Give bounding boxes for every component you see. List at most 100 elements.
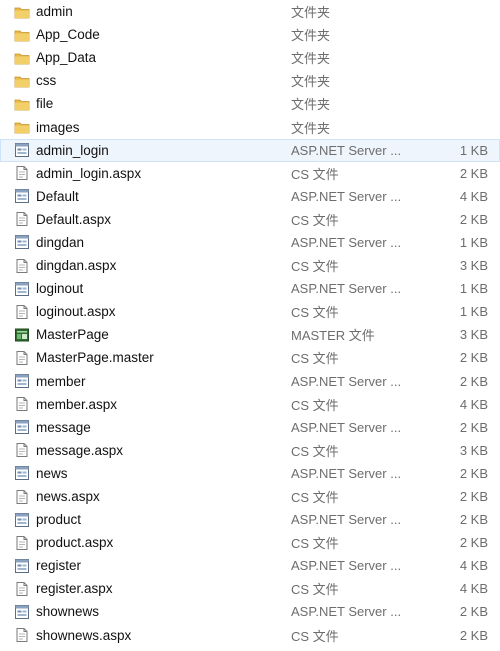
- folder-icon: [13, 118, 31, 136]
- file-type: CS 文件: [291, 259, 339, 275]
- file-row-admin-login[interactable]: admin_login ASP.NET Server ... 1 KB: [0, 138, 500, 162]
- file-size: 2 KB: [459, 627, 488, 643]
- folder-icon: [13, 26, 31, 44]
- file-name: loginout.aspx: [36, 304, 116, 320]
- file-row-message-aspx[interactable]: message.aspx CS 文件 3 KB: [0, 439, 500, 462]
- file-name: dingdan.aspx: [36, 258, 117, 274]
- file-size: 2 KB: [459, 165, 488, 181]
- cs-file-icon: [13, 580, 31, 598]
- file-row-register[interactable]: register ASP.NET Server ... 4 KB: [0, 554, 500, 577]
- file-name: images: [36, 119, 80, 135]
- file-type: ASP.NET Server ...: [291, 419, 402, 435]
- file-name: admin_login.aspx: [36, 165, 142, 181]
- file-type: CS 文件: [291, 351, 339, 367]
- file-row-register-aspx[interactable]: register.aspx CS 文件 4 KB: [0, 577, 500, 600]
- file-name: dingdan: [36, 234, 85, 250]
- file-size: 3 KB: [459, 258, 488, 274]
- file-name: shownews: [36, 604, 100, 620]
- file-size: 2 KB: [459, 350, 488, 366]
- file-row-admin[interactable]: admin 文件夹: [0, 0, 500, 23]
- file-row-news[interactable]: news ASP.NET Server ... 2 KB: [0, 462, 500, 485]
- file-name: product: [36, 512, 82, 528]
- cs-file-icon: [13, 303, 31, 321]
- file-type: MASTER 文件: [291, 328, 375, 344]
- file-size: 1 KB: [459, 142, 488, 158]
- file-type: CS 文件: [291, 628, 339, 644]
- file-type: CS 文件: [291, 582, 339, 598]
- cs-file-icon: [13, 257, 31, 275]
- file-row-dingdan-aspx[interactable]: dingdan.aspx CS 文件 3 KB: [0, 254, 500, 277]
- file-name: shownews.aspx: [36, 627, 132, 643]
- cs-file-icon: [13, 210, 31, 228]
- master-file-icon: [13, 326, 31, 344]
- cs-file-icon: [13, 349, 31, 367]
- file-row-member[interactable]: member ASP.NET Server ... 2 KB: [0, 370, 500, 393]
- file-type: ASP.NET Server ...: [291, 188, 402, 204]
- file-size: 4 KB: [459, 188, 488, 204]
- file-name: Default.aspx: [36, 211, 112, 227]
- file-type: 文件夹: [291, 51, 331, 67]
- file-name: App_Data: [36, 50, 97, 66]
- file-row-news-aspx[interactable]: news.aspx CS 文件 2 KB: [0, 485, 500, 508]
- file-row-product[interactable]: product ASP.NET Server ... 2 KB: [0, 508, 500, 531]
- file-row-app-data[interactable]: App_Data 文件夹: [0, 46, 500, 69]
- file-row-loginout[interactable]: loginout ASP.NET Server ... 1 KB: [0, 277, 500, 300]
- file-row-shownews[interactable]: shownews ASP.NET Server ... 2 KB: [0, 600, 500, 623]
- file-row-loginout-aspx[interactable]: loginout.aspx CS 文件 1 KB: [0, 300, 500, 323]
- cs-file-icon: [13, 534, 31, 552]
- file-type: ASP.NET Server ...: [291, 604, 402, 620]
- file-row-masterpage-master[interactable]: MasterPage.master CS 文件 2 KB: [0, 346, 500, 369]
- file-type: ASP.NET Server ...: [291, 512, 402, 528]
- file-row-default[interactable]: Default ASP.NET Server ... 4 KB: [0, 185, 500, 208]
- cs-file-icon: [13, 164, 31, 182]
- file-size: 2 KB: [459, 465, 488, 481]
- folder-icon: [13, 95, 31, 113]
- file-row-default-aspx[interactable]: Default.aspx CS 文件 2 KB: [0, 208, 500, 231]
- file-size: 1 KB: [459, 234, 488, 250]
- file-type: ASP.NET Server ...: [291, 373, 402, 389]
- file-size: 2 KB: [459, 373, 488, 389]
- file-name: news: [36, 465, 68, 481]
- file-type: ASP.NET Server ...: [291, 558, 402, 574]
- file-type: ASP.NET Server ...: [291, 142, 402, 158]
- file-row-dingdan[interactable]: dingdan ASP.NET Server ... 1 KB: [0, 231, 500, 254]
- file-type: CS 文件: [291, 166, 339, 182]
- file-type: 文件夹: [291, 5, 331, 21]
- file-size: 4 KB: [459, 581, 488, 597]
- cs-file-icon: [13, 395, 31, 413]
- cs-file-icon: [13, 441, 31, 459]
- file-row-member-aspx[interactable]: member.aspx CS 文件 4 KB: [0, 393, 500, 416]
- file-size: 2 KB: [459, 512, 488, 528]
- file-name: file: [36, 96, 54, 112]
- file-size: 2 KB: [459, 419, 488, 435]
- file-row-product-aspx[interactable]: product.aspx CS 文件 2 KB: [0, 531, 500, 554]
- file-type: 文件夹: [291, 97, 331, 113]
- file-row-message[interactable]: message ASP.NET Server ... 2 KB: [0, 416, 500, 439]
- cs-file-icon: [13, 626, 31, 644]
- aspx-page-icon: [13, 511, 31, 529]
- file-name: news.aspx: [36, 489, 100, 505]
- file-size: 2 KB: [459, 211, 488, 227]
- file-row-css[interactable]: css 文件夹: [0, 69, 500, 92]
- file-name: message.aspx: [36, 442, 124, 458]
- file-name: loginout: [36, 281, 84, 297]
- aspx-page-icon: [13, 557, 31, 575]
- file-type: CS 文件: [291, 490, 339, 506]
- file-name: MasterPage: [36, 327, 109, 343]
- file-row-admin-login-aspx[interactable]: admin_login.aspx CS 文件 2 KB: [0, 162, 500, 185]
- file-list: admin 文件夹 App_Code 文件夹 App_Data 文件夹 css 文件夹 file…: [0, 0, 500, 647]
- file-name: admin: [36, 4, 73, 20]
- file-row-file[interactable]: file 文件夹: [0, 92, 500, 115]
- file-size: 3 KB: [459, 442, 488, 458]
- file-type: CS 文件: [291, 397, 339, 413]
- aspx-page-icon: [13, 280, 31, 298]
- file-size: 1 KB: [459, 304, 488, 320]
- file-row-app-code[interactable]: App_Code 文件夹: [0, 23, 500, 46]
- file-size: 4 KB: [459, 396, 488, 412]
- file-row-images[interactable]: images 文件夹: [0, 115, 500, 138]
- file-type: 文件夹: [291, 120, 331, 136]
- file-type: ASP.NET Server ...: [291, 234, 402, 250]
- file-row-masterpage[interactable]: MasterPage MASTER 文件 3 KB: [0, 323, 500, 346]
- file-type: CS 文件: [291, 305, 339, 321]
- file-row-shownews-aspx[interactable]: shownews.aspx CS 文件 2 KB: [0, 624, 500, 647]
